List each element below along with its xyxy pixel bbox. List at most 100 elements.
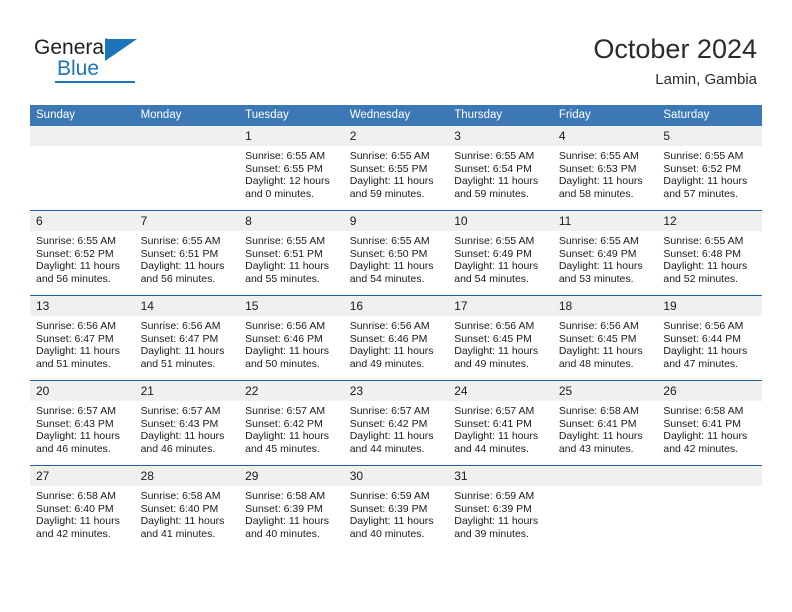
calendar-week-row: 6 Sunrise: 6:55 AM Sunset: 6:52 PM Daylight… bbox=[30, 210, 762, 296]
calendar-week-row: 20 Sunrise: 6:57 AM Sunset: 6:43 PM Dayligh… bbox=[30, 380, 762, 466]
daylight-duration-line1: Daylight: 11 hours bbox=[454, 260, 539, 273]
sunrise-time: Sunrise: 6:56 AM bbox=[245, 320, 326, 332]
logo-underline bbox=[55, 81, 135, 83]
sunrise-time: Sunrise: 6:56 AM bbox=[558, 320, 639, 332]
sunrise-time: Sunrise: 6:57 AM bbox=[36, 405, 116, 417]
calendar-day-cell[interactable]: 6 Sunrise: 6:55 AM Sunset: 6:52 PM Daylight… bbox=[30, 210, 135, 296]
sun-info: Sunrise: 6:55 AM Sunset: 6:48 PM Daylight:… bbox=[657, 231, 762, 285]
calendar-day-cell[interactable]: 21 Sunrise: 6:57 AM Sunset: 6:43 PM Dayligh… bbox=[134, 380, 240, 466]
sunset-time: Sunset: 6:44 PM bbox=[663, 332, 742, 345]
daylight-duration-line1: Daylight: 11 hours bbox=[349, 515, 434, 528]
weekday-header-friday: Friday bbox=[552, 105, 658, 126]
sunset-time: Sunset: 6:47 PM bbox=[36, 332, 114, 345]
calendar-day-cell[interactable]: 4 Sunrise: 6:55 AM Sunset: 6:53 PM Daylight… bbox=[552, 126, 658, 211]
sun-info: Sunrise: 6:55 AM Sunset: 6:51 PM Daylight:… bbox=[239, 231, 344, 285]
day-number: 12 bbox=[657, 211, 762, 231]
weekday-header-sunday: Sunday bbox=[30, 105, 135, 126]
sun-info: Sunrise: 6:55 AM Sunset: 6:51 PM Daylight:… bbox=[135, 231, 240, 285]
calendar-day-cell[interactable]: 1 Sunrise: 6:55 AM Sunset: 6:55 PM Daylight… bbox=[239, 126, 344, 211]
calendar-day-cell[interactable]: 13 Sunrise: 6:56 AM Sunset: 6:47 PM Dayligh… bbox=[30, 295, 135, 381]
calendar-day-cell[interactable]: 12 Sunrise: 6:55 AM Sunset: 6:48 PM Dayligh… bbox=[657, 210, 762, 296]
sunrise-time: Sunrise: 6:58 AM bbox=[140, 490, 221, 502]
sun-info: Sunrise: 6:57 AM Sunset: 6:41 PM Daylight:… bbox=[448, 401, 553, 455]
sunset-time: Sunset: 6:54 PM bbox=[454, 162, 532, 175]
weekday-header-saturday: Saturday bbox=[657, 105, 762, 126]
daylight-duration-line1: Daylight: 11 hours bbox=[245, 345, 329, 358]
daylight-duration-line2: and 59 minutes. bbox=[454, 187, 529, 200]
day-number: 9 bbox=[343, 211, 449, 231]
day-number bbox=[552, 466, 658, 486]
day-number: 4 bbox=[552, 126, 658, 146]
calendar-day-cell[interactable]: 30 Sunrise: 6:59 AM Sunset: 6:39 PM Dayligh… bbox=[343, 465, 449, 550]
sun-info: Sunrise: 6:58 AM Sunset: 6:41 PM Daylight:… bbox=[657, 401, 762, 455]
calendar-grid: Sunday Monday Tuesday Wednesday Thursday Frid… bbox=[30, 105, 762, 550]
calendar-day-cell[interactable]: 25 Sunrise: 6:58 AM Sunset: 6:41 PM Dayligh… bbox=[552, 380, 658, 466]
day-number: 19 bbox=[657, 296, 762, 316]
day-number: 15 bbox=[239, 296, 344, 316]
calendar-day-cell[interactable]: 15 Sunrise: 6:56 AM Sunset: 6:46 PM Dayligh… bbox=[239, 295, 344, 381]
sunrise-time: Sunrise: 6:57 AM bbox=[140, 405, 221, 417]
sun-info: Sunrise: 6:55 AM Sunset: 6:50 PM Daylight:… bbox=[344, 231, 449, 285]
calendar-day-cell[interactable]: 14 Sunrise: 6:56 AM Sunset: 6:47 PM Dayligh… bbox=[134, 295, 240, 381]
calendar-day-cell[interactable]: 2 Sunrise: 6:55 AM Sunset: 6:55 PM Daylight… bbox=[343, 126, 449, 211]
calendar-day-cell[interactable]: 9 Sunrise: 6:55 AM Sunset: 6:50 PM Daylight… bbox=[343, 210, 449, 296]
sun-info: Sunrise: 6:55 AM Sunset: 6:54 PM Daylight:… bbox=[448, 146, 553, 200]
calendar-week-row: 1 Sunrise: 6:55 AM Sunset: 6:55 PM Daylight… bbox=[30, 126, 762, 211]
daylight-duration-line1: Daylight: 11 hours bbox=[558, 345, 643, 358]
day-number: 7 bbox=[134, 211, 240, 231]
generalblue-logo[interactable]: General Blue bbox=[34, 36, 144, 84]
daylight-duration-line2: and 56 minutes. bbox=[140, 272, 216, 285]
daylight-duration-line2: and 46 minutes. bbox=[140, 442, 216, 455]
calendar-day-cell[interactable]: 26 Sunrise: 6:58 AM Sunset: 6:41 PM Dayligh… bbox=[657, 380, 762, 466]
calendar-day-cell[interactable]: 8 Sunrise: 6:55 AM Sunset: 6:51 PM Daylight… bbox=[239, 210, 344, 296]
daylight-duration-line2: and 47 minutes. bbox=[663, 357, 739, 370]
logo-text-blue: Blue bbox=[57, 57, 100, 80]
calendar-day-cell[interactable]: 5 Sunrise: 6:55 AM Sunset: 6:52 PM Daylight… bbox=[657, 126, 762, 211]
daylight-duration-line1: Daylight: 11 hours bbox=[663, 430, 748, 443]
sun-info: Sunrise: 6:55 AM Sunset: 6:52 PM Daylight:… bbox=[657, 146, 762, 200]
calendar-day-cell-empty bbox=[134, 126, 240, 211]
daylight-duration-line1: Daylight: 11 hours bbox=[36, 260, 120, 273]
sun-info: Sunrise: 6:58 AM Sunset: 6:40 PM Daylight:… bbox=[135, 486, 240, 540]
sunset-time: Sunset: 6:39 PM bbox=[245, 502, 323, 515]
calendar-day-cell[interactable]: 28 Sunrise: 6:58 AM Sunset: 6:40 PM Dayligh… bbox=[134, 465, 240, 550]
sun-info: Sunrise: 6:57 AM Sunset: 6:42 PM Daylight:… bbox=[344, 401, 449, 455]
day-number: 11 bbox=[552, 211, 658, 231]
daylight-duration-line1: Daylight: 11 hours bbox=[349, 430, 434, 443]
daylight-duration-line2: and 56 minutes. bbox=[36, 272, 111, 285]
daylight-duration-line1: Daylight: 11 hours bbox=[558, 430, 643, 443]
calendar-day-cell[interactable]: 16 Sunrise: 6:56 AM Sunset: 6:46 PM Dayligh… bbox=[343, 295, 449, 381]
sunrise-time: Sunrise: 6:55 AM bbox=[663, 150, 744, 162]
sunrise-time: Sunrise: 6:55 AM bbox=[454, 235, 535, 247]
calendar-day-cell[interactable]: 11 Sunrise: 6:55 AM Sunset: 6:49 PM Dayligh… bbox=[552, 210, 658, 296]
sunset-time: Sunset: 6:40 PM bbox=[36, 502, 114, 515]
calendar-day-cell[interactable]: 31 Sunrise: 6:59 AM Sunset: 6:39 PM Dayligh… bbox=[448, 465, 553, 550]
calendar-day-cell[interactable]: 10 Sunrise: 6:55 AM Sunset: 6:49 PM Dayligh… bbox=[448, 210, 553, 296]
daylight-duration-line2: and 59 minutes. bbox=[349, 187, 425, 200]
calendar-day-cell[interactable]: 3 Sunrise: 6:55 AM Sunset: 6:54 PM Daylight… bbox=[448, 126, 553, 211]
page-title: October 2024 bbox=[593, 34, 757, 64]
calendar-day-cell[interactable]: 29 Sunrise: 6:58 AM Sunset: 6:39 PM Dayligh… bbox=[239, 465, 344, 550]
sunrise-time: Sunrise: 6:55 AM bbox=[663, 235, 744, 247]
day-number: 2 bbox=[343, 126, 449, 146]
calendar-header-row: Sunday Monday Tuesday Wednesday Thursday Frid… bbox=[30, 105, 762, 126]
calendar-day-cell[interactable]: 24 Sunrise: 6:57 AM Sunset: 6:41 PM Dayligh… bbox=[448, 380, 553, 466]
daylight-duration-line2: and 40 minutes. bbox=[245, 527, 320, 540]
sunrise-time: Sunrise: 6:55 AM bbox=[558, 150, 639, 162]
sunset-time: Sunset: 6:39 PM bbox=[349, 502, 428, 515]
calendar-day-cell[interactable]: 23 Sunrise: 6:57 AM Sunset: 6:42 PM Dayligh… bbox=[343, 380, 449, 466]
daylight-duration-line2: and 42 minutes. bbox=[36, 527, 111, 540]
calendar-day-cell[interactable]: 7 Sunrise: 6:55 AM Sunset: 6:51 PM Daylight… bbox=[134, 210, 240, 296]
calendar-day-cell[interactable]: 22 Sunrise: 6:57 AM Sunset: 6:42 PM Dayligh… bbox=[239, 380, 344, 466]
calendar-day-cell[interactable]: 20 Sunrise: 6:57 AM Sunset: 6:43 PM Dayligh… bbox=[30, 380, 135, 466]
calendar-day-cell[interactable]: 19 Sunrise: 6:56 AM Sunset: 6:44 PM Dayligh… bbox=[657, 295, 762, 381]
calendar-day-cell[interactable]: 18 Sunrise: 6:56 AM Sunset: 6:45 PM Dayligh… bbox=[552, 295, 658, 381]
sun-info: Sunrise: 6:55 AM Sunset: 6:52 PM Daylight:… bbox=[30, 231, 135, 285]
daylight-duration-line2: and 46 minutes. bbox=[36, 442, 111, 455]
daylight-duration-line1: Daylight: 11 hours bbox=[663, 175, 748, 188]
calendar-day-cell[interactable]: 27 Sunrise: 6:58 AM Sunset: 6:40 PM Dayligh… bbox=[30, 465, 135, 550]
calendar-day-cell[interactable]: 17 Sunrise: 6:56 AM Sunset: 6:45 PM Dayligh… bbox=[448, 295, 553, 381]
day-number: 20 bbox=[30, 381, 135, 401]
sunset-time: Sunset: 6:42 PM bbox=[349, 417, 428, 430]
weekday-header-monday: Monday bbox=[134, 105, 240, 126]
